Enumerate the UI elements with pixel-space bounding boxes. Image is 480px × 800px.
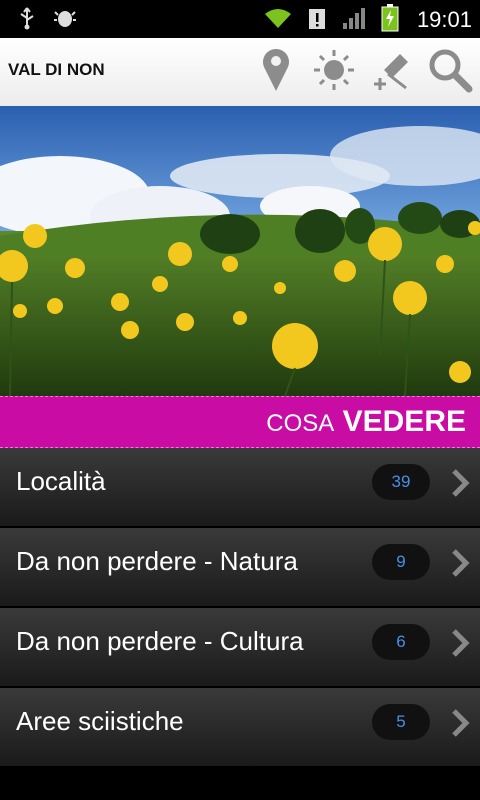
search-button[interactable] [426, 48, 474, 96]
hero-image [0, 106, 480, 396]
search-icon [427, 47, 473, 97]
status-bar: 19:01 [0, 0, 480, 38]
map-button[interactable] [252, 48, 300, 96]
section-header: COSA VEDERE [0, 396, 480, 448]
list-item-localita[interactable]: Località 39 [0, 448, 480, 528]
app-title: VAL DI NON [8, 60, 105, 79]
wifi-icon [263, 6, 293, 34]
count-badge: 6 [372, 624, 430, 660]
app-bar: VAL DI NON [0, 38, 480, 107]
signal-icon [341, 5, 367, 35]
map-pin-icon [259, 47, 293, 97]
category-list: Località 39 Da non perdere - Natura 9 Da… [0, 448, 480, 768]
list-item-natura[interactable]: Da non perdere - Natura 9 [0, 528, 480, 608]
chevron-right-icon [448, 468, 472, 498]
list-item-aree-sciistiche[interactable]: Aree sciistiche 5 [0, 688, 480, 768]
list-item-cultura[interactable]: Da non perdere - Cultura 6 [0, 608, 480, 688]
chevron-right-icon [448, 628, 472, 658]
list-item-label: Località [16, 466, 106, 496]
add-pin-button[interactable] [368, 48, 416, 96]
list-item-label: Da non perdere - Natura [16, 546, 298, 576]
add-pin-icon [370, 48, 414, 96]
status-clock: 19:01 [416, 7, 472, 32]
count-badge: 5 [372, 704, 430, 740]
section-title-bold: VEDERE [342, 405, 466, 438]
android-debug-icon [54, 6, 76, 34]
sun-icon [312, 48, 356, 96]
section-title-light: COSA [266, 410, 335, 437]
section-title: COSA VEDERE [266, 405, 466, 439]
usb-icon [16, 6, 38, 34]
list-item-label: Aree sciistiche [16, 706, 184, 736]
chevron-right-icon [448, 548, 472, 578]
battery-charging-icon [381, 4, 399, 36]
list-item-label: Da non perdere - Cultura [16, 626, 304, 656]
count-badge: 39 [372, 464, 430, 500]
weather-button[interactable] [310, 48, 358, 96]
chevron-right-icon [448, 708, 472, 738]
count-badge: 9 [372, 544, 430, 580]
alert-icon [307, 5, 327, 35]
